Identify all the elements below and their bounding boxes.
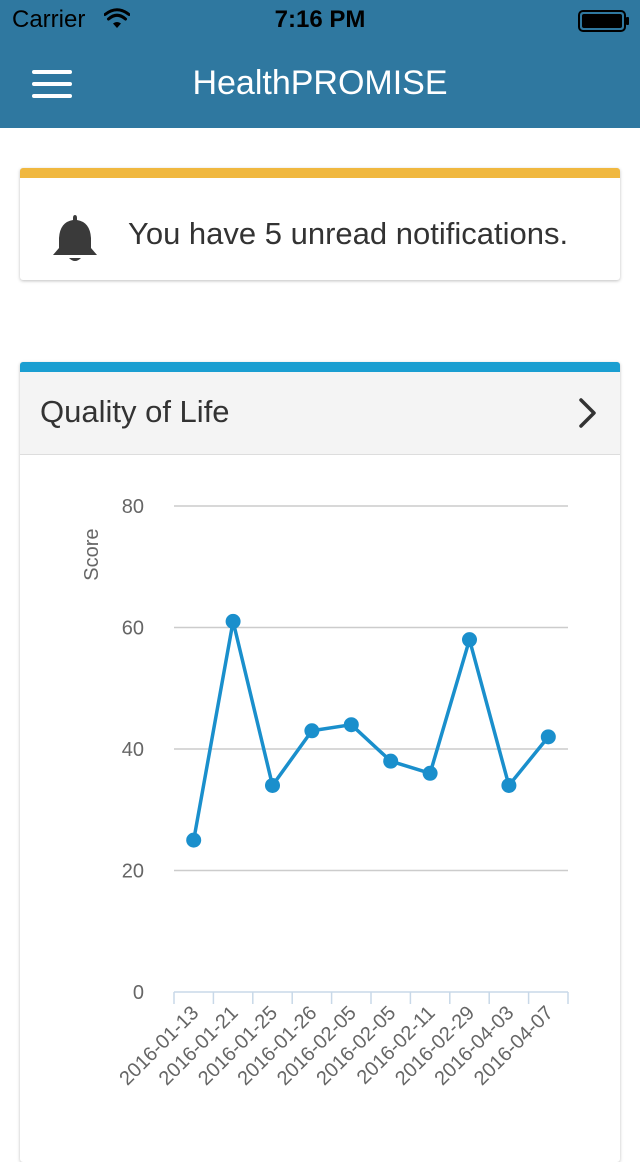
- y-tick-label: 80: [122, 496, 144, 518]
- data-point: [383, 753, 399, 769]
- status-time: 7:16 PM: [274, 6, 366, 33]
- data-point: [265, 777, 280, 793]
- battery-icon: [578, 10, 629, 32]
- data-point: [225, 613, 241, 629]
- y-tick-label: 0: [133, 982, 144, 1004]
- y-tick-label: 40: [122, 739, 144, 761]
- notification-text: You have 5 unread notifications.: [128, 216, 569, 251]
- y-axis-label: Score: [81, 528, 103, 580]
- data-point: [422, 765, 438, 781]
- data-point: [501, 777, 517, 793]
- data-point: [462, 632, 477, 648]
- quality-of-life-chart: 020406080Score2016-01-132016-01-212016-0…: [81, 496, 569, 1090]
- series-line: [191, 619, 550, 841]
- notification-card[interactable]: You have 5 unread notifications.: [20, 168, 620, 280]
- app-title: HealthPROMISE: [192, 64, 448, 102]
- navigation-bar: HealthPROMISE: [0, 40, 640, 128]
- data-point: [186, 832, 202, 848]
- quality-of-life-card: Quality of Life 0 20 40 60 80 Score 2016-01-13…: [20, 362, 620, 1162]
- status-bar: Carrier 7:16 PM: [0, 0, 640, 40]
- y-tick-label: 60: [122, 618, 144, 640]
- data-point: [343, 717, 359, 733]
- data-point: [540, 729, 556, 745]
- data-point: [304, 723, 320, 739]
- bell-icon: [53, 215, 97, 261]
- y-tick-label: 20: [122, 861, 144, 883]
